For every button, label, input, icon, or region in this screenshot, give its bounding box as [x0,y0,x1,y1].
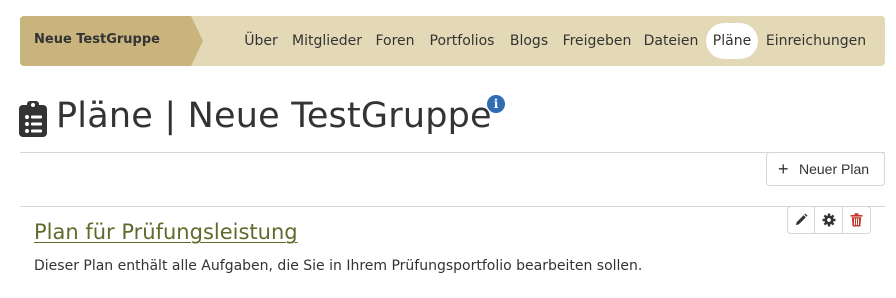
plan-description: Dieser Plan enthält alle Aufgaben, die S… [34,258,643,274]
tab-ueber[interactable]: Über [244,23,278,59]
delete-plan-button[interactable] [843,207,870,233]
tab-mitglieder[interactable]: Mitglieder [290,23,364,59]
new-plan-label: Neuer Plan [799,161,870,177]
group-name-crumb[interactable]: Neue TestGruppe [20,16,203,66]
group-navigation: Neue TestGruppe Über Mitglieder Foren Po… [20,16,885,66]
edit-plan-button[interactable] [788,207,816,233]
tab-foren[interactable]: Foren [374,23,416,59]
plan-settings-button[interactable] [815,207,843,233]
gear-icon [822,213,836,227]
tab-einreichungen[interactable]: Einreichungen [765,23,867,59]
plan-actions [787,206,871,234]
plan-title-link[interactable]: Plan für Prüfungsleistung [34,220,298,244]
divider [20,152,885,153]
tab-dateien[interactable]: Dateien [643,23,699,59]
pencil-icon [796,213,808,225]
tab-plaene[interactable]: Pläne [706,23,758,59]
tab-freigeben[interactable]: Freigeben [561,23,633,59]
tab-blogs[interactable]: Blogs [508,23,550,59]
new-plan-button[interactable]: + Neuer Plan [766,152,885,186]
plus-icon: + [778,159,789,179]
trash-icon [850,213,863,227]
tab-portfolios[interactable]: Portfolios [427,23,497,59]
divider [20,206,885,207]
info-icon[interactable]: i [487,95,505,113]
clipboard-list-icon [19,101,47,137]
group-name: Neue TestGruppe [34,32,160,47]
page-title: Pläne | Neue TestGruppe [56,96,492,136]
